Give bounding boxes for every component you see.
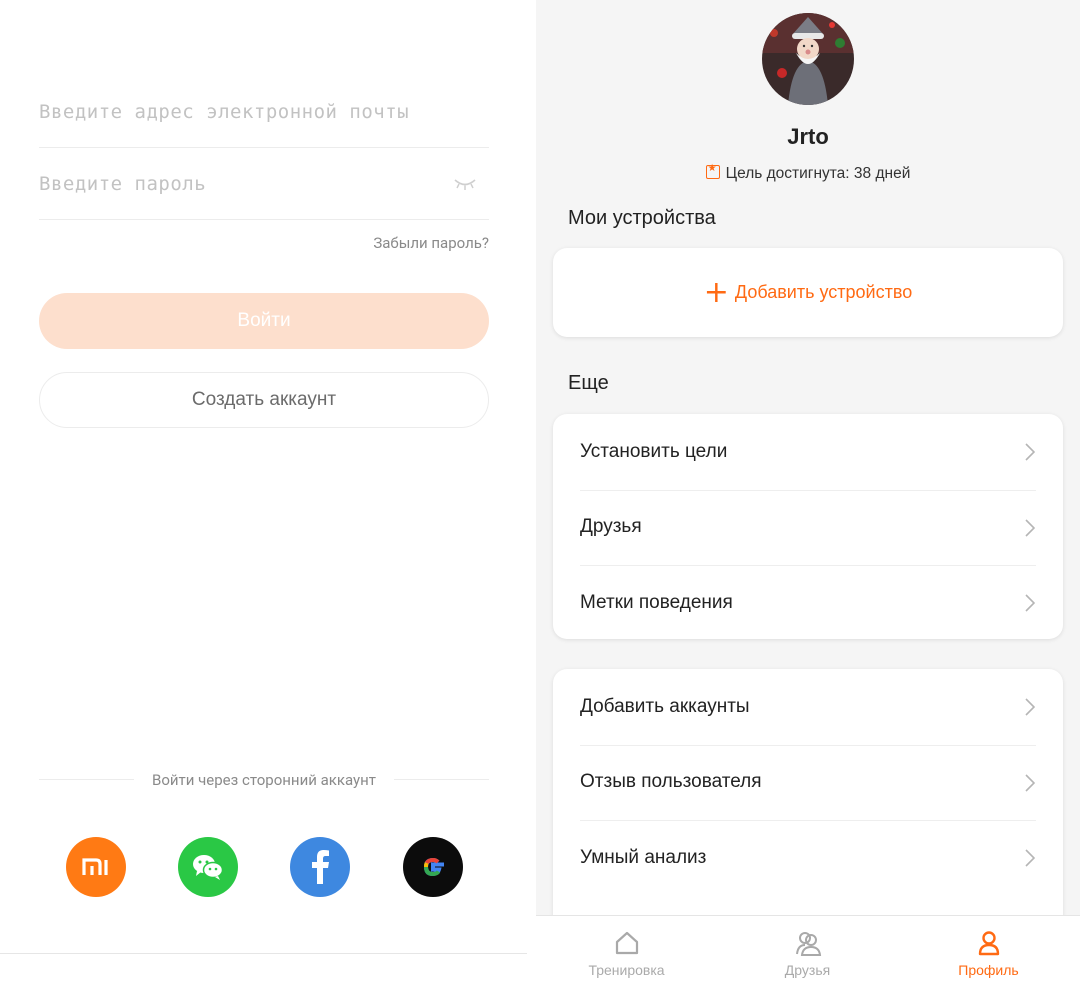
- home-icon: [615, 931, 638, 955]
- forgot-password-link[interactable]: Забыли пароль?: [373, 234, 489, 252]
- email-field[interactable]: [39, 76, 489, 148]
- more-section-title: Еще: [568, 372, 609, 394]
- mi-icon: [82, 858, 108, 875]
- third-party-login-label: Войти через сторонний аккаунт: [152, 771, 376, 789]
- chevron-right-icon: [1025, 773, 1035, 792]
- bottom-navigation: Тренировка Друзья Профиль: [536, 915, 1080, 985]
- eye-closed-icon[interactable]: [453, 176, 477, 192]
- menu-item-set-goals[interactable]: Установить цели: [553, 414, 1063, 490]
- login-screen: Забыли пароль? Войти Создать аккаунт Вой…: [0, 0, 527, 985]
- add-device-label: Добавить устройство: [734, 282, 913, 302]
- plus-icon: +: [703, 274, 729, 310]
- google-icon: [423, 857, 444, 877]
- menu-item-add-accounts[interactable]: Добавить аккаунты: [553, 669, 1063, 745]
- menu-item-label: Добавить аккаунты: [580, 695, 750, 717]
- login-button[interactable]: Войти: [39, 293, 489, 349]
- bottom-divider: [0, 953, 527, 954]
- nav-label: Тренировка: [588, 962, 665, 978]
- devices-section-title: Мои устройства: [568, 207, 716, 229]
- goal-text: Цель достигнута: 38 дней: [725, 165, 911, 182]
- menu-item-label: Метки поведения: [580, 591, 733, 613]
- facebook-login-button[interactable]: [290, 837, 350, 897]
- menu-item-friends[interactable]: Друзья: [553, 489, 1063, 566]
- goal-status: Цель достигнута: 38 дней: [536, 163, 1080, 183]
- goal-badge-icon: [705, 163, 720, 179]
- menu-item-label: Отзыв пользователя: [580, 771, 762, 793]
- menu-card-secondary: Добавить аккаунты Отзыв пользователя Умн…: [553, 669, 1063, 939]
- screen-divider: [527, 0, 536, 985]
- chevron-right-icon: [1025, 518, 1035, 537]
- menu-item-smart-analysis[interactable]: Умный анализ: [553, 820, 1063, 896]
- nav-tab-profile[interactable]: Профиль: [898, 916, 1079, 985]
- wechat-icon: [193, 855, 224, 880]
- nav-label: Профиль: [958, 962, 1019, 978]
- chevron-right-icon: [1025, 698, 1035, 716]
- person-icon: [978, 931, 999, 956]
- username: Jrto: [787, 124, 829, 149]
- create-account-button[interactable]: Создать аккаунт: [39, 372, 489, 428]
- add-device-button[interactable]: + Добавить устройство: [553, 248, 1063, 337]
- google-login-button[interactable]: [403, 837, 463, 897]
- avatar[interactable]: [762, 13, 854, 105]
- menu-card-primary: Установить цели Друзья Метки поведения: [553, 414, 1063, 639]
- menu-item-behavior-tags[interactable]: Метки поведения: [553, 565, 1063, 641]
- friends-icon: [795, 932, 821, 956]
- menu-item-label: Умный анализ: [580, 846, 707, 868]
- wechat-login-button[interactable]: [178, 837, 238, 897]
- menu-item-feedback[interactable]: Отзыв пользователя: [553, 744, 1063, 821]
- profile-screen: Jrto Цель достигнута: 38 дней Мои устрой…: [536, 0, 1080, 985]
- password-input[interactable]: [39, 148, 439, 219]
- password-field[interactable]: [39, 148, 489, 220]
- nav-tab-friends[interactable]: Друзья: [717, 916, 898, 985]
- chevron-right-icon: [1025, 849, 1035, 867]
- third-party-login-divider: Войти через сторонний аккаунт: [39, 770, 489, 790]
- mi-login-button[interactable]: [66, 837, 126, 897]
- email-input[interactable]: [39, 76, 439, 147]
- avatar-image: [762, 13, 854, 105]
- nav-tab-training[interactable]: Тренировка: [536, 916, 717, 985]
- menu-item-label: Друзья: [580, 516, 642, 538]
- menu-item-label: Установить цели: [580, 440, 728, 462]
- chevron-right-icon: [1025, 443, 1035, 461]
- facebook-icon: [312, 850, 329, 884]
- nav-label: Друзья: [784, 962, 831, 978]
- chevron-right-icon: [1025, 594, 1035, 612]
